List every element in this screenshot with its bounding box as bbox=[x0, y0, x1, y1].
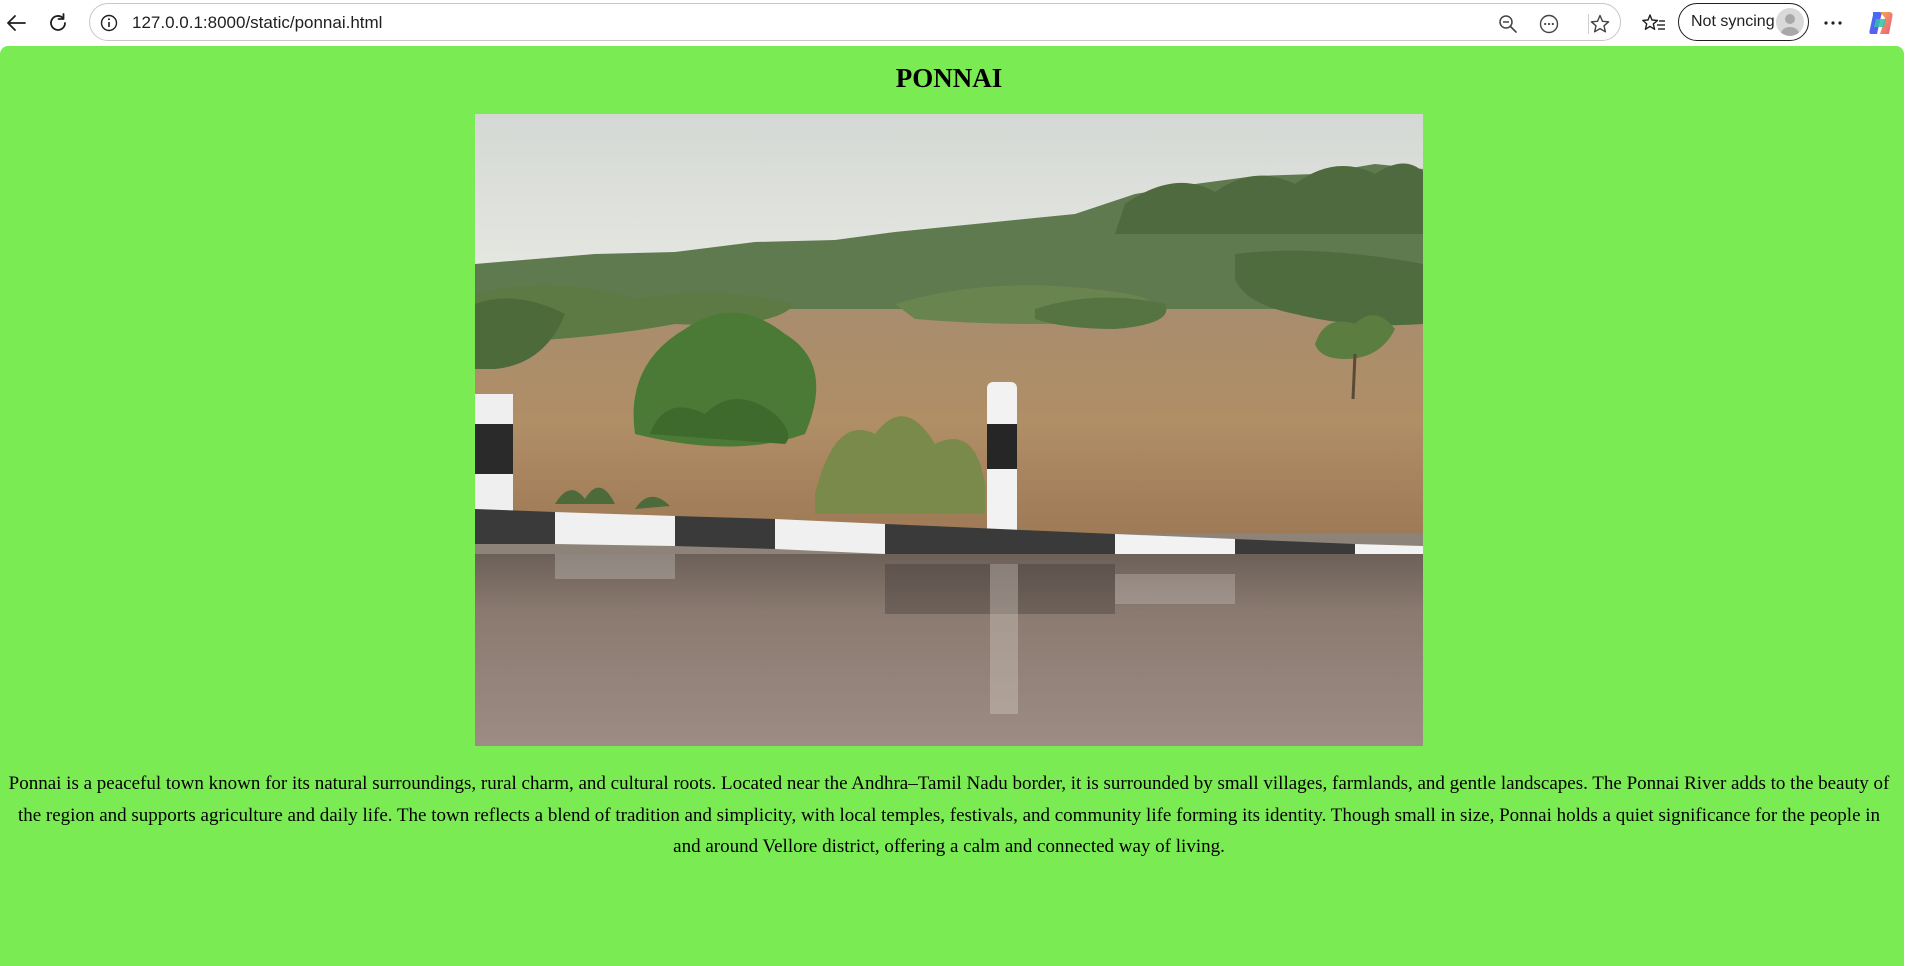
address-bar[interactable]: 127.0.0.1:8000/static/ponnai.html bbox=[89, 3, 1621, 41]
browser-toolbar: 127.0.0.1:8000/static/ponnai.html Not sy… bbox=[0, 0, 1909, 46]
refresh-button[interactable] bbox=[42, 7, 74, 39]
person-icon bbox=[1781, 14, 1799, 36]
favorites-button[interactable] bbox=[1638, 7, 1670, 39]
star-icon bbox=[1590, 14, 1610, 33]
info-icon bbox=[100, 14, 118, 32]
more-circle-icon bbox=[1539, 14, 1559, 34]
ellipsis-icon bbox=[1824, 21, 1842, 25]
back-button[interactable] bbox=[0, 7, 32, 39]
flooded-river-illustration bbox=[475, 114, 1423, 746]
url-text[interactable]: 127.0.0.1:8000/static/ponnai.html bbox=[132, 13, 382, 33]
back-arrow-icon bbox=[7, 15, 26, 31]
profile-button[interactable]: Not syncing bbox=[1678, 3, 1809, 41]
favorites-icon bbox=[1642, 14, 1665, 30]
zoom-button[interactable] bbox=[1495, 11, 1521, 37]
zoom-out-icon bbox=[1499, 15, 1517, 33]
read-aloud-button[interactable] bbox=[1536, 11, 1562, 37]
copilot-icon bbox=[1869, 12, 1893, 34]
page-viewport: PONNAI Ponnai is a peaceful town known f… bbox=[0, 46, 1904, 966]
settings-menu-button[interactable] bbox=[1817, 7, 1849, 39]
copilot-button[interactable] bbox=[1865, 7, 1897, 39]
favorite-button[interactable] bbox=[1587, 11, 1613, 37]
window-edge bbox=[1904, 46, 1909, 966]
site-info-button[interactable] bbox=[98, 12, 120, 34]
hero-image bbox=[475, 114, 1423, 746]
town-description: Ponnai is a peaceful town known for its … bbox=[8, 773, 1890, 857]
avatar bbox=[1776, 8, 1804, 36]
page-title: PONNAI bbox=[895, 63, 1003, 93]
profile-status: Not syncing bbox=[1691, 13, 1775, 30]
refresh-icon bbox=[50, 13, 66, 31]
